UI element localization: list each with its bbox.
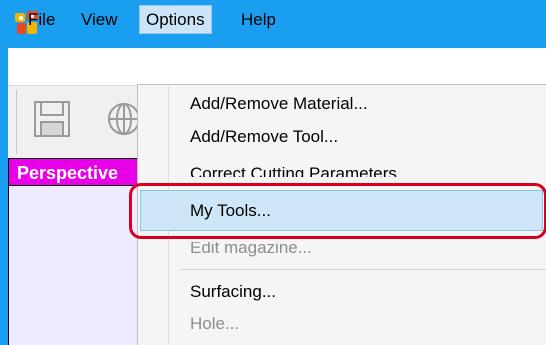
menu-item-edit-magazine: Edit magazine...: [190, 242, 312, 257]
menu-options[interactable]: Options: [139, 5, 212, 34]
menu-item-correct-cutting-parameters[interactable]: Correct Cutting Parameters...: [190, 159, 411, 177]
toolbar-separator: [16, 90, 17, 154]
menu-file[interactable]: File: [22, 5, 61, 34]
window-frame-left: [0, 0, 8, 345]
menu-bar: [8, 48, 546, 86]
globe-icon[interactable]: [102, 99, 142, 139]
menu-view[interactable]: View: [75, 5, 124, 34]
menu-help[interactable]: Help: [235, 5, 282, 34]
menu-item-add-remove-material[interactable]: Add/Remove Material...: [190, 89, 368, 119]
menu-item-hole: Hole...: [190, 314, 240, 333]
menu-item-surfacing[interactable]: Surfacing...: [190, 277, 276, 307]
menu-separator: [180, 269, 546, 270]
perspective-viewport[interactable]: [8, 186, 142, 345]
save-icon[interactable]: [32, 99, 72, 139]
perspective-panel-header[interactable]: Perspective: [8, 158, 142, 186]
menu-item-add-remove-tool[interactable]: Add/Remove Tool...: [190, 122, 338, 152]
highlight-callout: [129, 183, 546, 239]
